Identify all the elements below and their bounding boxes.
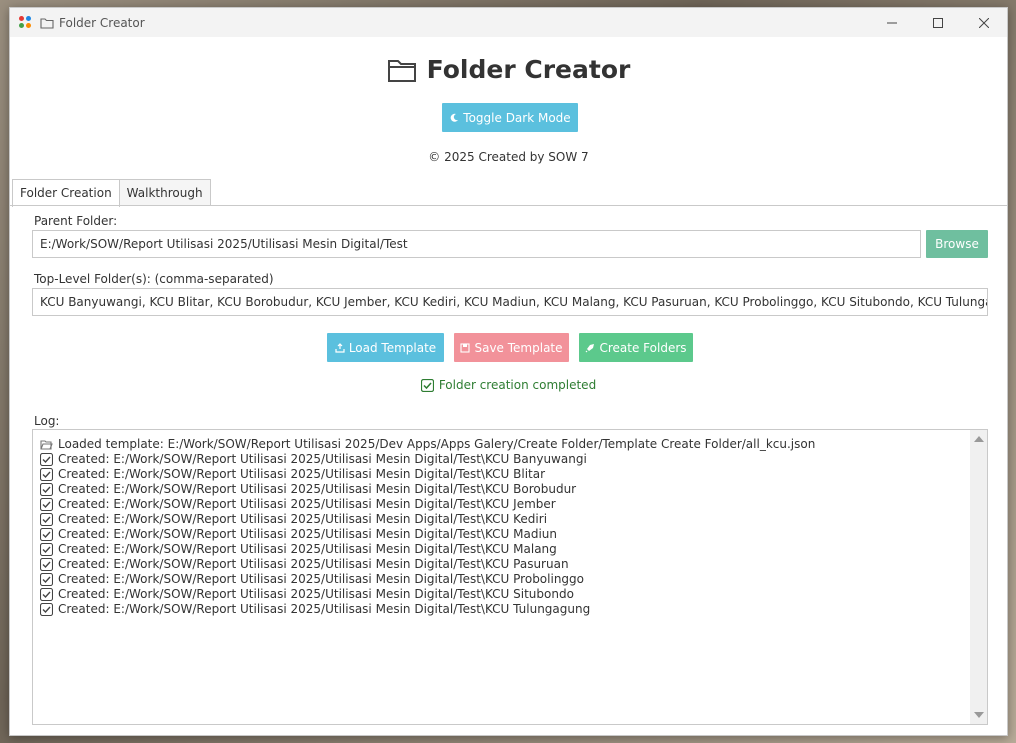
close-icon bbox=[979, 17, 989, 28]
folder-open-icon bbox=[40, 438, 53, 451]
log-line-text: Created: E:/Work/SOW/Report Utilisasi 20… bbox=[58, 482, 577, 496]
check-box-icon bbox=[420, 378, 434, 392]
log-line-text: Loaded template: E:/Work/SOW/Report Util… bbox=[58, 437, 816, 451]
tab-bar: Folder Creation Walkthrough bbox=[12, 179, 211, 207]
log-line-text: Created: E:/Work/SOW/Report Utilisasi 20… bbox=[58, 587, 574, 601]
rocket-icon bbox=[585, 343, 595, 353]
log-line: Created: E:/Work/SOW/Report Utilisasi 20… bbox=[40, 572, 967, 587]
parent-folder-input[interactable]: E:/Work/SOW/Report Utilisasi 2025/Utilis… bbox=[32, 230, 921, 258]
log-line-text: Created: E:/Work/SOW/Report Utilisasi 20… bbox=[58, 602, 591, 616]
check-icon bbox=[40, 498, 53, 511]
check-icon bbox=[40, 588, 53, 601]
log-line: Created: E:/Work/SOW/Report Utilisasi 20… bbox=[40, 512, 967, 527]
scroll-down-arrow-icon[interactable] bbox=[974, 712, 984, 718]
log-line: Created: E:/Work/SOW/Report Utilisasi 20… bbox=[40, 497, 967, 512]
app-window: Folder Creator Folder Creator Toggle Dar… bbox=[9, 7, 1008, 736]
save-template-label: Save Template bbox=[474, 340, 563, 355]
check-icon bbox=[40, 573, 53, 586]
check-icon bbox=[40, 453, 53, 466]
folder-icon bbox=[40, 17, 54, 29]
page-title-text: Folder Creator bbox=[426, 55, 631, 84]
scroll-up-arrow-icon[interactable] bbox=[974, 436, 984, 442]
copyright-text: © 2025 Created by SOW 7 bbox=[428, 150, 589, 164]
close-button[interactable] bbox=[961, 8, 1007, 37]
create-folders-label: Create Folders bbox=[599, 340, 687, 355]
log-line: Created: E:/Work/SOW/Report Utilisasi 20… bbox=[40, 587, 967, 602]
log-line-text: Created: E:/Work/SOW/Report Utilisasi 20… bbox=[58, 542, 557, 556]
check-icon bbox=[40, 468, 53, 481]
log-line: Created: E:/Work/SOW/Report Utilisasi 20… bbox=[40, 452, 967, 467]
minimize-icon bbox=[887, 22, 897, 23]
check-icon bbox=[40, 513, 53, 526]
page-title: Folder Creator bbox=[10, 55, 1007, 84]
maximize-button[interactable] bbox=[915, 8, 961, 37]
window-title: Folder Creator bbox=[59, 15, 145, 30]
save-icon bbox=[460, 342, 471, 353]
top-level-folders-label: Top-Level Folder(s): (comma-separated) bbox=[34, 272, 274, 286]
log-line-text: Created: E:/Work/SOW/Report Utilisasi 20… bbox=[58, 467, 546, 481]
log-line: Created: E:/Work/SOW/Report Utilisasi 20… bbox=[40, 542, 967, 557]
load-template-label: Load Template bbox=[348, 340, 437, 355]
log-textbox[interactable]: Loaded template: E:/Work/SOW/Report Util… bbox=[32, 429, 988, 725]
log-line-text: Created: E:/Work/SOW/Report Utilisasi 20… bbox=[58, 572, 584, 586]
check-icon bbox=[40, 603, 53, 616]
log-label: Log: bbox=[34, 414, 60, 428]
log-line-text: Created: E:/Work/SOW/Report Utilisasi 20… bbox=[58, 557, 569, 571]
maximize-icon bbox=[933, 17, 943, 28]
log-line-text: Created: E:/Work/SOW/Report Utilisasi 20… bbox=[58, 452, 587, 466]
save-template-button[interactable]: Save Template bbox=[454, 333, 569, 362]
tab-folder-creation[interactable]: Folder Creation bbox=[12, 179, 120, 207]
browse-button[interactable]: Browse bbox=[926, 230, 988, 258]
status-message: Folder creation completed bbox=[10, 378, 1007, 392]
log-line: Loaded template: E:/Work/SOW/Report Util… bbox=[40, 437, 967, 452]
load-template-button[interactable]: Load Template bbox=[327, 333, 444, 362]
check-icon bbox=[40, 528, 53, 541]
tab-divider bbox=[10, 205, 1007, 206]
log-line-text: Created: E:/Work/SOW/Report Utilisasi 20… bbox=[58, 527, 558, 541]
check-icon bbox=[40, 558, 53, 571]
app-logo-icon bbox=[18, 15, 34, 31]
check-icon bbox=[40, 543, 53, 556]
parent-folder-label: Parent Folder: bbox=[34, 214, 118, 228]
moon-icon bbox=[449, 113, 459, 123]
top-level-folders-input[interactable]: KCU Banyuwangi, KCU Blitar, KCU Borobudu… bbox=[32, 288, 988, 316]
log-line-text: Created: E:/Work/SOW/Report Utilisasi 20… bbox=[58, 497, 556, 511]
create-folders-button[interactable]: Create Folders bbox=[579, 333, 693, 362]
log-scrollbar[interactable] bbox=[970, 430, 987, 724]
minimize-button[interactable] bbox=[869, 8, 915, 37]
log-line: Created: E:/Work/SOW/Report Utilisasi 20… bbox=[40, 602, 967, 617]
log-line: Created: E:/Work/SOW/Report Utilisasi 20… bbox=[40, 467, 967, 482]
toggle-dark-mode-button[interactable]: Toggle Dark Mode bbox=[442, 103, 578, 132]
check-icon bbox=[40, 483, 53, 496]
log-line: Created: E:/Work/SOW/Report Utilisasi 20… bbox=[40, 482, 967, 497]
toggle-dark-mode-label: Toggle Dark Mode bbox=[463, 110, 571, 125]
status-text: Folder creation completed bbox=[438, 378, 597, 392]
log-line: Created: E:/Work/SOW/Report Utilisasi 20… bbox=[40, 527, 967, 542]
folder-icon bbox=[387, 59, 416, 82]
main-content: Folder Creator Toggle Dark Mode © 2025 C… bbox=[10, 37, 1007, 735]
log-lines: Loaded template: E:/Work/SOW/Report Util… bbox=[40, 437, 967, 617]
log-line: Created: E:/Work/SOW/Report Utilisasi 20… bbox=[40, 557, 967, 572]
log-line-text: Created: E:/Work/SOW/Report Utilisasi 20… bbox=[58, 512, 548, 526]
tab-walkthrough[interactable]: Walkthrough bbox=[118, 179, 211, 206]
title-bar: Folder Creator bbox=[10, 8, 1007, 37]
upload-icon bbox=[335, 342, 345, 353]
